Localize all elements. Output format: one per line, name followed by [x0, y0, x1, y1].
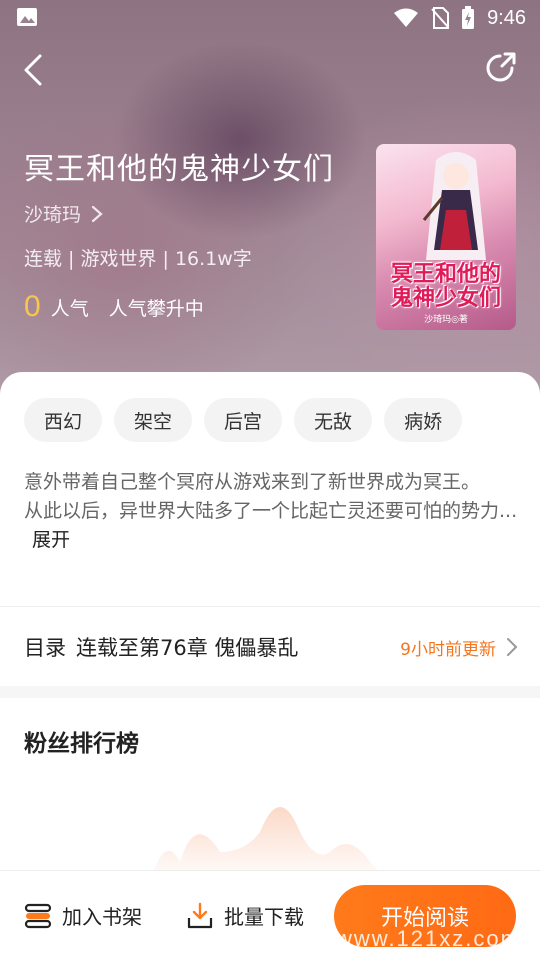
synopsis-text: 意外带着自己整个冥府从游戏来到了新世界成为冥王。 从此以后，异世界大陆多了一个比…	[24, 471, 518, 522]
tag-chip[interactable]: 后宫	[204, 398, 283, 442]
back-arrow-icon	[24, 54, 42, 86]
tag-chip[interactable]: 西幻	[24, 398, 103, 442]
status-time: 9:46	[487, 6, 526, 29]
batch-download-label: 批量下载	[224, 905, 304, 929]
download-icon	[187, 902, 213, 928]
ranking-podium-decoration	[150, 807, 390, 882]
update-time: 9小时前更新	[400, 639, 496, 660]
tag-chip[interactable]: 架空	[114, 398, 193, 442]
wifi-icon	[394, 8, 419, 27]
popularity-label: 人气	[50, 297, 89, 320]
cover-author: 沙琦玛◎著	[424, 315, 468, 325]
cover-title: 冥王和他的鬼神少女们	[390, 261, 501, 311]
section-gap	[0, 686, 540, 698]
synopsis: 意外带着自己整个冥府从游戏来到了新世界成为冥王。 从此以后，异世界大陆多了一个比…	[24, 468, 520, 555]
back-button[interactable]	[14, 50, 54, 90]
tag-chip[interactable]: 无敌	[294, 398, 373, 442]
add-to-shelf-label: 加入书架	[62, 905, 142, 929]
author-link[interactable]: 沙琦玛	[24, 200, 103, 227]
battery-charging-icon	[462, 6, 475, 29]
book-meta: 连载 | 游戏世界 | 16.1w字	[24, 248, 252, 270]
book-title: 冥王和他的鬼神少女们	[24, 152, 334, 187]
chevron-right-icon	[507, 638, 518, 656]
chevron-right-icon	[91, 205, 103, 222]
add-to-shelf-button[interactable]: 加入书架	[24, 901, 142, 930]
author-name: 沙琦玛	[24, 204, 82, 226]
fans-ranking-title: 粉丝排行榜	[24, 731, 139, 757]
status-bar: 9:46	[0, 0, 540, 36]
latest-chapter: 连载至第76章 傀儡暴乱	[76, 636, 299, 660]
toc-label: 目录	[24, 636, 66, 660]
popularity-row: 0 人气 人气攀升中	[24, 290, 204, 324]
popularity-status: 人气攀升中	[108, 297, 204, 320]
tag-list: 西幻 架空 后宫 无敌 病娇	[24, 398, 463, 442]
divider	[0, 606, 540, 607]
book-cover: 冥王和他的鬼神少女们 沙琦玛◎著	[376, 144, 516, 330]
watermark: www.121xz.com	[336, 926, 521, 951]
batch-download-button[interactable]: 批量下载	[186, 901, 304, 930]
share-icon	[486, 52, 516, 82]
image-icon	[17, 8, 37, 26]
tag-chip[interactable]: 病娇	[384, 398, 463, 442]
popularity-value: 0	[24, 290, 41, 323]
table-of-contents-row[interactable]: 目录 连载至第76章 傀儡暴乱 9小时前更新	[0, 608, 540, 686]
bookshelf-icon	[24, 903, 52, 928]
share-button[interactable]	[482, 50, 522, 90]
no-sim-icon	[431, 7, 450, 29]
expand-button[interactable]: 展开	[32, 529, 70, 551]
